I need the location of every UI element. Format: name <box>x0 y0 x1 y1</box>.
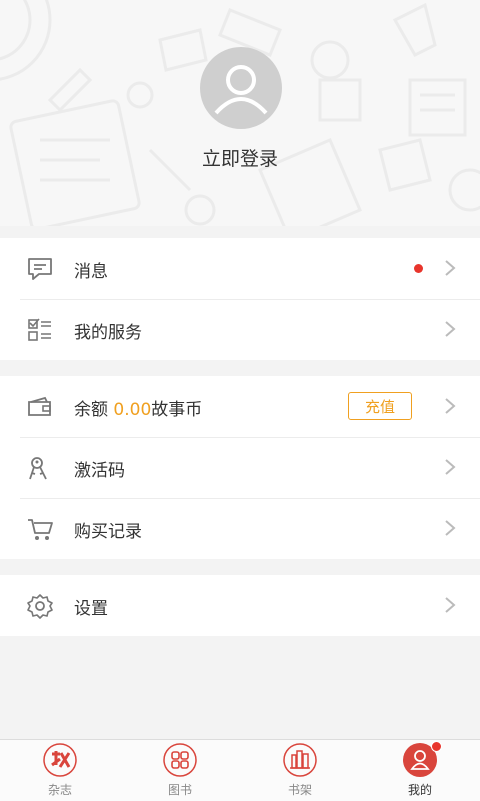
menu-group-wallet: 余额 0.00故事币 充值 激活码 购买记录 <box>0 376 480 559</box>
chevron-right-icon <box>445 260 456 276</box>
tab-profile[interactable]: 我的 <box>360 740 480 801</box>
chevron-right-icon <box>445 597 456 613</box>
menu-item-messages[interactable]: 消息 <box>0 238 480 299</box>
magazine-icon <box>43 743 77 777</box>
recharge-button[interactable]: 充值 <box>348 392 412 420</box>
tab-label: 杂志 <box>47 783 72 797</box>
wallet-icon <box>28 396 51 416</box>
avatar[interactable] <box>200 47 282 129</box>
chevron-right-icon <box>445 459 456 475</box>
chevron-right-icon <box>445 398 456 414</box>
tab-bookshelf[interactable]: 书架 <box>240 740 360 801</box>
gear-icon <box>27 594 53 619</box>
shopping-cart-icon <box>28 519 53 540</box>
bottom-tab-bar: 杂志 图书 书架 我的 <box>0 739 480 801</box>
menu-item-balance[interactable]: 余额 0.00故事币 充值 <box>0 376 480 437</box>
balance-prefix: 余额 <box>74 400 114 420</box>
books-icon <box>163 743 197 777</box>
chevron-right-icon <box>445 321 456 337</box>
chat-bubble-icon <box>28 258 52 280</box>
balance-amount: 0.00 <box>113 400 152 420</box>
menu-item-settings[interactable]: 设置 <box>0 575 480 636</box>
bookshelf-icon <box>283 743 317 777</box>
tab-magazine[interactable]: 杂志 <box>0 740 120 801</box>
menu-label: 设置 <box>74 599 108 619</box>
login-link[interactable]: 立即登录 <box>0 144 480 171</box>
menu-label: 激活码 <box>74 461 125 481</box>
balance-unit: 故事币 <box>151 400 203 420</box>
user-placeholder-icon <box>214 65 268 115</box>
tab-label: 图书 <box>167 783 192 797</box>
tab-books[interactable]: 图书 <box>120 740 240 801</box>
tab-label: 书架 <box>287 783 312 797</box>
menu-label: 购买记录 <box>74 522 142 542</box>
menu-group-messages: 消息 我的服务 <box>0 238 480 360</box>
menu-item-activation-code[interactable]: 激活码 <box>0 437 480 498</box>
menu-group-settings: 设置 <box>0 575 480 636</box>
menu-item-purchase-history[interactable]: 购买记录 <box>0 498 480 559</box>
notification-badge <box>431 741 442 752</box>
menu-item-services[interactable]: 我的服务 <box>0 299 480 360</box>
tab-label: 我的 <box>407 783 432 797</box>
balance-label: 余额 0.00故事币 <box>74 395 202 420</box>
menu-label: 我的服务 <box>74 323 142 343</box>
chevron-right-icon <box>445 520 456 536</box>
menu-label: 消息 <box>74 262 108 282</box>
checklist-icon <box>28 318 51 341</box>
keys-icon <box>29 457 47 480</box>
profile-header: 立即登录 <box>0 0 480 226</box>
unread-indicator-dot <box>414 264 423 273</box>
